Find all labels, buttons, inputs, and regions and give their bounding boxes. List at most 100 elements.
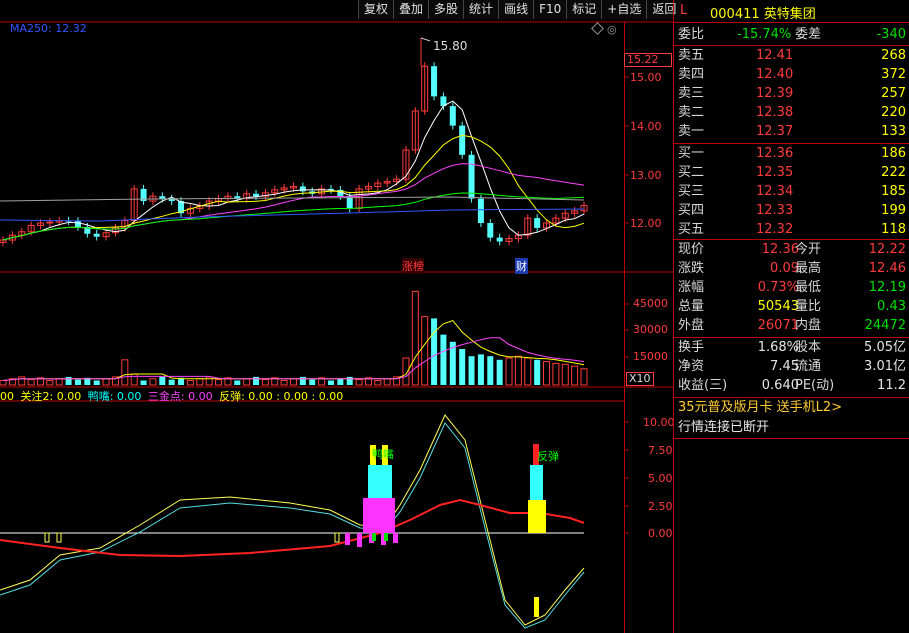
volume-bar xyxy=(487,356,494,385)
volume-bar xyxy=(571,365,579,386)
ma-legend: MA250: 12.32 xyxy=(10,22,87,35)
ask-row: 卖五 12.41 268 xyxy=(678,46,909,65)
candle-body xyxy=(534,218,541,228)
f10-button[interactable]: F10 xyxy=(533,0,567,19)
candle-body xyxy=(459,125,466,155)
volume-bar xyxy=(327,380,334,385)
volume-bar xyxy=(299,376,306,385)
volume-bar xyxy=(280,380,288,386)
mark-button[interactable]: 标记 xyxy=(566,0,602,19)
stat-label: 今开 xyxy=(795,242,822,257)
stock-code-name: 000411 英特集团 xyxy=(710,7,816,22)
volume-bar xyxy=(149,378,157,386)
overlay-button[interactable]: 叠加 xyxy=(393,0,429,19)
volume-bar xyxy=(477,354,484,385)
stat-value: 0.43 xyxy=(877,299,906,314)
bid-row: 买五 12.32 118 xyxy=(678,220,909,239)
stat-row: 总量 50543 量比 0.43 xyxy=(678,297,909,316)
indicator-line-cyan xyxy=(0,422,585,629)
ask-label: 卖二 xyxy=(678,105,705,120)
candle-body xyxy=(93,233,100,237)
stat-label: 换手 xyxy=(678,340,705,355)
annotation-cai: 财 xyxy=(515,258,528,274)
stat-value: 5.05亿 xyxy=(864,340,906,355)
y-tick-top: 14.00 xyxy=(630,120,662,133)
bid-label: 买一 xyxy=(678,146,705,161)
volume-bar xyxy=(0,380,7,386)
volume-bar xyxy=(383,378,391,386)
bid-label: 买五 xyxy=(678,222,705,237)
stat-label: 外盘 xyxy=(678,318,705,333)
stat-value: 1.68% xyxy=(757,340,799,355)
annotation-zhangbang: 涨榜 xyxy=(402,258,424,274)
stat-label: 净资 xyxy=(678,359,705,374)
stat-value: 0.640 xyxy=(761,378,799,393)
y-tick-top: 12.00 xyxy=(630,217,662,230)
stat-label: 收益(三) xyxy=(678,378,728,393)
ask-volume: 268 xyxy=(881,48,906,63)
candle-body xyxy=(253,193,260,197)
add-watchlist-button[interactable]: +自选 xyxy=(601,0,647,19)
stat-row: 现价 12.36 今开 12.22 xyxy=(678,240,909,259)
market-tag: L xyxy=(680,3,688,18)
y-tick-ind: 7.50 xyxy=(648,444,673,457)
volume-bar xyxy=(205,376,213,386)
indicator-bar xyxy=(393,533,398,543)
bid-price: 12.34 xyxy=(756,184,794,199)
peak-price-label: 15.80 xyxy=(433,39,468,53)
bid-volume: 185 xyxy=(881,184,906,199)
bid-price: 12.33 xyxy=(756,203,794,218)
ask-label: 卖一 xyxy=(678,124,705,139)
y-tick-top: 13.00 xyxy=(630,169,662,182)
volume-bar xyxy=(196,378,204,386)
ask-volume: 133 xyxy=(881,124,906,139)
volume-bar xyxy=(355,379,363,386)
indicator-block xyxy=(363,498,395,533)
legend-yazui: 鸭嘴: 0.00 xyxy=(87,390,142,403)
weicha-value: -340 xyxy=(876,27,906,42)
stat-value: 50543 xyxy=(757,299,799,314)
draw-line-button[interactable]: 画线 xyxy=(498,0,534,19)
candle-body xyxy=(299,186,306,192)
indicator-bar xyxy=(44,532,50,543)
stat-label: 现价 xyxy=(678,242,705,257)
promo-link[interactable]: 35元普及版月卡 送手机L2> xyxy=(678,398,842,417)
ask-volume: 220 xyxy=(881,105,906,120)
fuquan-button[interactable]: 复权 xyxy=(358,0,394,19)
ask-label: 卖四 xyxy=(678,67,705,82)
volume-bar xyxy=(55,378,63,386)
indicator-bar xyxy=(372,533,376,541)
indicator-block xyxy=(534,597,539,617)
volume-bar xyxy=(121,359,129,386)
volume-bar xyxy=(440,334,447,385)
volume-bar xyxy=(459,349,466,385)
crosshair-icon[interactable]: ◎ xyxy=(607,23,617,36)
stat-value: 12.19 xyxy=(868,280,906,295)
legend-fantan: 反弹: 0.00 : 0.00 : 0.00 xyxy=(219,390,344,403)
candle-body xyxy=(487,223,494,238)
stat-value: 11.2 xyxy=(877,378,906,393)
ask-price: 12.37 xyxy=(756,124,794,139)
volume-bar xyxy=(290,378,297,386)
bid-volume: 118 xyxy=(881,222,906,237)
divider xyxy=(673,22,909,23)
multi-stock-button[interactable]: 多股 xyxy=(428,0,464,19)
stat-row: 换手 1.68% 股本 5.05亿 xyxy=(678,338,909,357)
candle-body xyxy=(431,66,438,97)
stat-label: 涨幅 xyxy=(678,280,705,295)
stat-row: 涨幅 0.73% 最低 12.19 xyxy=(678,278,909,297)
bid-row: 买一 12.36 186 xyxy=(678,144,909,163)
stats-button[interactable]: 统计 xyxy=(463,0,499,19)
indicator-line-yellow xyxy=(0,414,585,626)
stat-value: 12.36 xyxy=(761,242,799,257)
kline-chart-area[interactable] xyxy=(0,0,673,633)
candle-body xyxy=(496,237,503,242)
volume-bar xyxy=(65,376,72,385)
ask-label: 卖三 xyxy=(678,86,705,101)
indicator-block xyxy=(368,465,392,498)
bid-label: 买三 xyxy=(678,184,705,199)
bid-row: 买二 12.35 222 xyxy=(678,163,909,182)
ask-label: 卖五 xyxy=(678,48,705,63)
volume-bar xyxy=(411,290,419,386)
weicha-label: 委差 xyxy=(795,27,822,42)
